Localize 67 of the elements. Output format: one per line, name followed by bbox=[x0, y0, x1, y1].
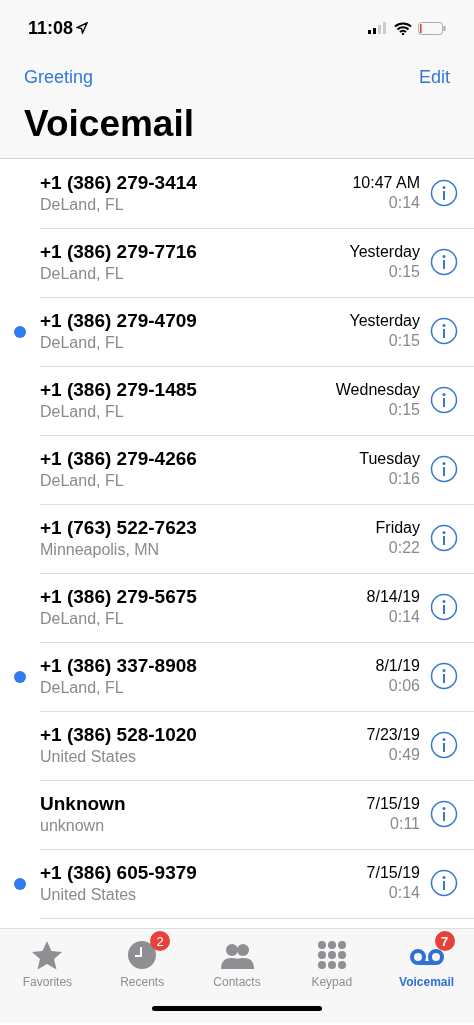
edit-button[interactable]: Edit bbox=[418, 66, 450, 88]
voicemail-date: 7/23/19 bbox=[366, 726, 420, 744]
info-icon[interactable] bbox=[430, 179, 458, 207]
tab-bar-item[interactable]: Voicemail 7 bbox=[379, 929, 474, 993]
voicemail-duration: 0:15 bbox=[388, 332, 420, 350]
signal-icon bbox=[368, 22, 388, 34]
caller-location: Minneapolis, MN bbox=[40, 541, 161, 559]
caller-name[interactable]: +1 (386) 279-5675 bbox=[40, 586, 367, 608]
caller-name[interactable]: +1 (386) 279-4266 bbox=[40, 448, 360, 470]
info-icon[interactable] bbox=[430, 248, 458, 276]
voicemail-date: 8/1/19 bbox=[375, 657, 420, 675]
caller-location: DeLand, FL bbox=[40, 265, 125, 283]
caller-name[interactable]: +1 (386) 279-4709 bbox=[40, 310, 350, 332]
voicemail-duration: 0:16 bbox=[388, 470, 420, 488]
info-icon[interactable] bbox=[430, 386, 458, 414]
caller-location: DeLand, FL bbox=[40, 679, 125, 697]
caller-name[interactable]: +1 (386) 279-1485 bbox=[40, 379, 336, 401]
info-icon[interactable] bbox=[430, 731, 458, 759]
voicemail-duration: 0:49 bbox=[388, 746, 420, 764]
battery-icon bbox=[418, 21, 446, 35]
caller-name[interactable]: +1 (386) 279-3414 bbox=[40, 172, 353, 194]
voicemail-duration: 0:14 bbox=[388, 608, 420, 626]
info-icon[interactable] bbox=[430, 524, 458, 552]
voicemail-duration: 0:06 bbox=[388, 677, 420, 695]
greeting-button[interactable]: Greeting bbox=[24, 66, 94, 88]
voicemail-duration: 0:15 bbox=[388, 263, 420, 281]
info-icon[interactable] bbox=[430, 662, 458, 690]
info-icon[interactable] bbox=[430, 869, 458, 897]
voicemail-date: Wednesday bbox=[335, 381, 420, 399]
voicemail-date: Tuesday bbox=[359, 450, 420, 468]
voicemail-date: 7/15/19 bbox=[366, 864, 420, 882]
caller-location: unknown bbox=[40, 817, 106, 835]
caller-location: DeLand, FL bbox=[40, 403, 125, 421]
caller-name[interactable]: +1 (386) 605-9379 bbox=[40, 862, 367, 884]
voicemail-duration: 0:14 bbox=[388, 884, 420, 902]
notification-count: 7 bbox=[434, 931, 455, 951]
voicemail-date: Yesterday bbox=[349, 312, 420, 330]
caller-name[interactable]: +1 (763) 522-7623 bbox=[40, 517, 376, 539]
page-title: Voicemail bbox=[23, 102, 195, 146]
info-icon[interactable] bbox=[430, 800, 458, 828]
voicemail-date: 8/14/19 bbox=[366, 588, 420, 606]
voicemail-date: Yesterday bbox=[349, 243, 420, 261]
info-icon[interactable] bbox=[430, 317, 458, 345]
info-icon[interactable] bbox=[430, 455, 458, 483]
location-arrow-icon bbox=[76, 22, 89, 34]
caller-name[interactable]: Unknown bbox=[40, 793, 367, 815]
caller-location: DeLand, FL bbox=[40, 334, 125, 352]
voicemail-date: Friday bbox=[375, 519, 420, 537]
info-icon[interactable] bbox=[430, 593, 458, 621]
voicemail-duration: 0:11 bbox=[390, 815, 420, 833]
caller-location: DeLand, FL bbox=[40, 610, 125, 628]
voicemail-date: 7/15/19 bbox=[366, 795, 420, 813]
voicemail-date: 10:47 AM bbox=[352, 174, 420, 192]
notification-count: 2 bbox=[150, 931, 171, 951]
status-time: 11:08 bbox=[28, 17, 74, 39]
voicemail-duration: 0:22 bbox=[388, 539, 420, 557]
caller-location: United States bbox=[40, 886, 138, 904]
caller-location: United States bbox=[40, 748, 138, 766]
caller-name[interactable]: +1 (386) 279-7716 bbox=[40, 241, 350, 263]
wifi-icon bbox=[394, 21, 412, 35]
voicemail-duration: 0:14 bbox=[388, 194, 420, 212]
tab-bar-item[interactable]: Recents 2 bbox=[94, 929, 190, 993]
caller-location: DeLand, FL bbox=[40, 196, 125, 214]
caller-name[interactable]: +1 (386) 337-8908 bbox=[40, 655, 376, 677]
caller-name[interactable]: +1 (386) 528-1020 bbox=[40, 724, 367, 746]
voicemail-duration: 0:15 bbox=[388, 401, 420, 419]
caller-location: DeLand, FL bbox=[40, 472, 125, 490]
